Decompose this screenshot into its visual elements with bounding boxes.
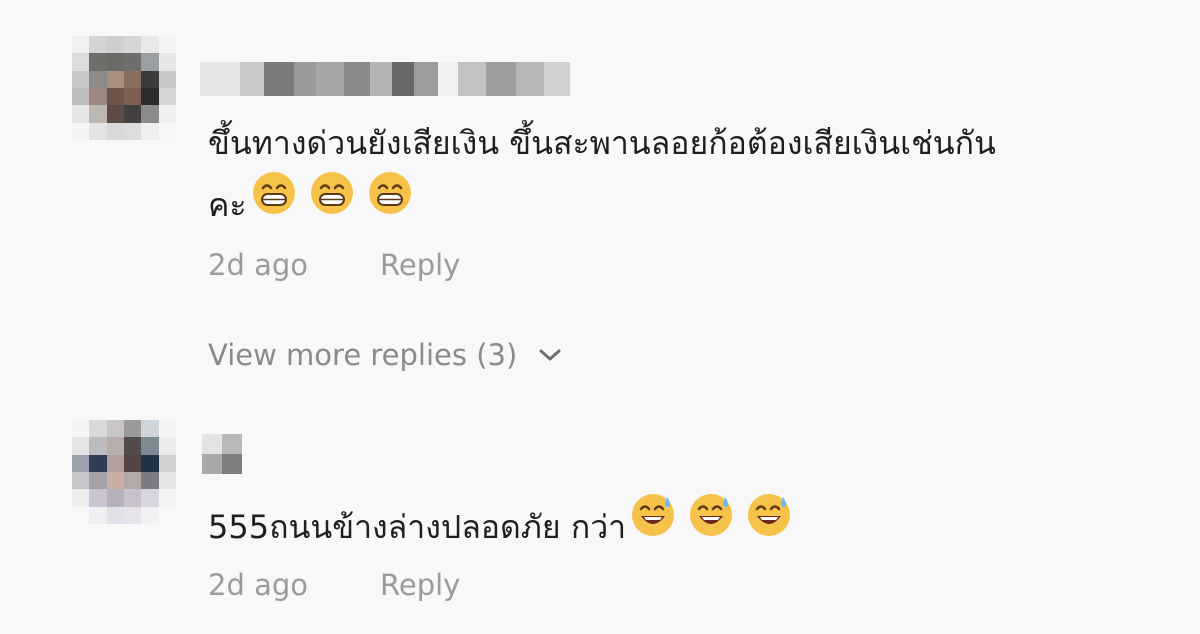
sweat-smile-icon <box>690 494 733 536</box>
emoji-group <box>630 492 792 538</box>
reply-button[interactable]: Reply <box>380 248 460 282</box>
comment-text: ขึ้นทางด่วนยังเสียเงิน ขึ้นสะพานลอยก้อต้… <box>208 116 996 170</box>
reply-button[interactable]: Reply <box>380 568 460 602</box>
grin-icon <box>310 172 353 214</box>
comment-text-line-2: คะ <box>208 186 247 224</box>
grin-icon <box>252 172 295 214</box>
comment-text-continued: คะ <box>208 170 413 232</box>
comments-page: ขึ้นทางด่วนยังเสียเงิน ขึ้นสะพานลอยก้อต้… <box>0 0 1200 634</box>
comment-meta: 2d ago Reply <box>208 568 460 602</box>
comment-text-line-1: ขึ้นทางด่วนยังเสียเงิน ขึ้นสะพานลอยก้อต้… <box>208 124 996 162</box>
comment-meta: 2d ago Reply <box>208 248 460 282</box>
grin-icon <box>368 172 411 214</box>
username-blurred[interactable] <box>202 434 242 474</box>
avatar[interactable] <box>72 36 176 140</box>
avatar[interactable] <box>72 420 176 524</box>
emoji-group <box>251 170 413 216</box>
view-more-label: View more replies (3) <box>208 338 518 372</box>
username-blurred[interactable] <box>200 62 570 96</box>
comment-text-line-1: 555ถนนข้างล่างปลอดภัย กว่า <box>208 508 627 546</box>
timestamp: 2d ago <box>208 248 308 282</box>
comment-text: 555ถนนข้างล่างปลอดภัย กว่า <box>208 492 792 554</box>
sweat-smile-icon <box>632 494 675 536</box>
chevron-down-icon <box>539 349 561 361</box>
view-more-replies-button[interactable]: View more replies (3) <box>208 338 563 372</box>
sweat-smile-icon <box>748 494 791 536</box>
timestamp: 2d ago <box>208 568 308 602</box>
